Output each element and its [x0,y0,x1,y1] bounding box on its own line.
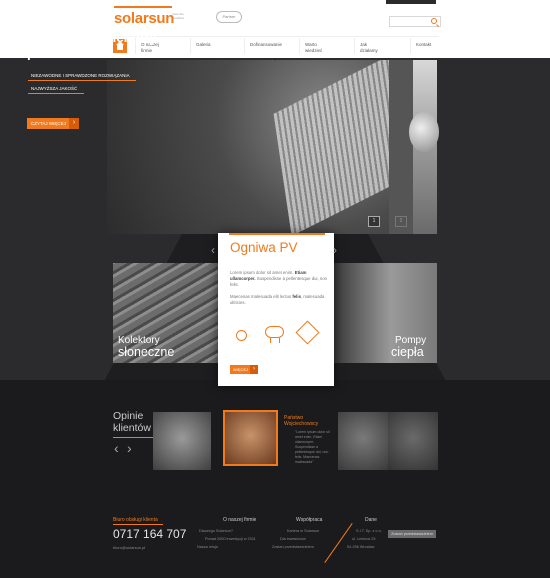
nav-item-warto-wiedziec[interactable]: Warto wiedzieć [299,38,327,54]
footer-title-underline [113,524,163,525]
testimonial-photo-active[interactable] [223,410,278,466]
card-description: Lorem ipsum dolor sit amet enim. Etiam u… [230,270,328,305]
header-top-strip [386,0,436,4]
hero-slider [107,60,389,234]
testimonial-photo[interactable] [388,412,438,470]
nav-item-kontakt[interactable]: Kontakt [409,38,431,54]
read-more-button[interactable]: CZYTAJ WIĘCEJ [27,118,79,129]
become-representative-button[interactable]: Zostań przedstawicielem [388,530,436,538]
chevron-left-icon[interactable]: ‹ [211,243,215,257]
footer-about-title: O naszej firmie [223,517,257,523]
footer-link[interactable]: Zostań przedstawicielem [272,545,314,549]
sun-icon [232,326,250,344]
slider-page-current[interactable]: 1 [368,216,380,227]
card-accent-line [229,233,325,235]
product-card-pv [218,233,334,386]
chevron-left-icon[interactable]: ‹ [114,440,119,456]
testimonial-quote: "Lorem ipsum dolor sit amet enim. Etiam … [295,430,330,464]
nav-item-galeria[interactable]: Galeria [190,38,211,54]
footer-data-line: S.I.T. Sp. z o.o. [356,529,382,533]
footer-coop-title: Współpraca [296,517,323,523]
solar-collector-image [273,60,389,234]
search-input[interactable] [389,16,441,27]
testimonial-photo[interactable] [153,412,211,470]
testimonials-heading-line1: Opinie [113,410,144,422]
partner-logo[interactable]: Partner [216,11,242,23]
card-title: Ogniwa PV [230,240,298,255]
logo-tagline: more the sunshine [172,12,185,20]
footer-contact-title: Biuro obsługi klienta [113,517,158,523]
hero-tag-underline [28,80,136,81]
chevron-right-icon[interactable]: › [333,243,337,257]
footer-phone: 0717 164 707 [113,527,187,541]
hero-tag-reliable: NIEZAWODNE I SPRAWDZONE ROZWIĄZANIA [31,73,130,78]
search-icon[interactable] [431,18,437,24]
footer-link[interactable]: Ponad 2000 inwestycji w 2011 [205,537,256,541]
footer-link[interactable]: Kariera w Solarsun [287,529,319,533]
nav-item-dofinansowanie[interactable]: Dofinansowanie [243,38,282,54]
footer-data-title: Dane [365,517,377,523]
footer-email[interactable]: biuro@solarsun.pl [113,545,145,550]
nav-item-jak-dzialamy[interactable]: Jak działamy [354,38,380,54]
landscape-icon [297,324,315,342]
footer-link[interactable]: Dla inwestorów [280,537,306,541]
hero-title: Klasyczne kolektory płaskie [27,30,157,60]
hero-tag-quality: NAJWYŻSZA JAKOŚĆ [31,86,78,91]
footer-link[interactable]: Dlaczego Solarsun? [199,529,233,533]
hero-slide-preview-2[interactable] [389,60,413,234]
product-tile-label-line2: ciepła [391,345,424,359]
product-tile-label-line2: słoneczne [118,345,175,359]
logo[interactable]: solarsun [114,10,174,27]
logo-accent-bar [114,6,172,8]
child-photo [409,112,439,152]
testimonial-name-line2: Wojciechowscy [284,421,319,427]
footer-data-line: 54-256 Wrocław [347,545,375,549]
cloud-rain-icon [264,324,284,343]
testimonials-heading-line2: klientów [113,422,151,434]
chevron-right-icon[interactable]: › [127,440,132,456]
testimonials-underline [113,437,153,438]
testimonial-photo[interactable] [338,412,388,470]
hero-tag-underline-2 [28,93,84,94]
footer-data-line: ul. Leśnica 25 [352,537,376,541]
more-button[interactable]: WIĘCEJ [230,365,258,374]
slider-page-next[interactable]: 2 [395,216,407,227]
footer-link[interactable]: Nasza misja [197,545,218,549]
